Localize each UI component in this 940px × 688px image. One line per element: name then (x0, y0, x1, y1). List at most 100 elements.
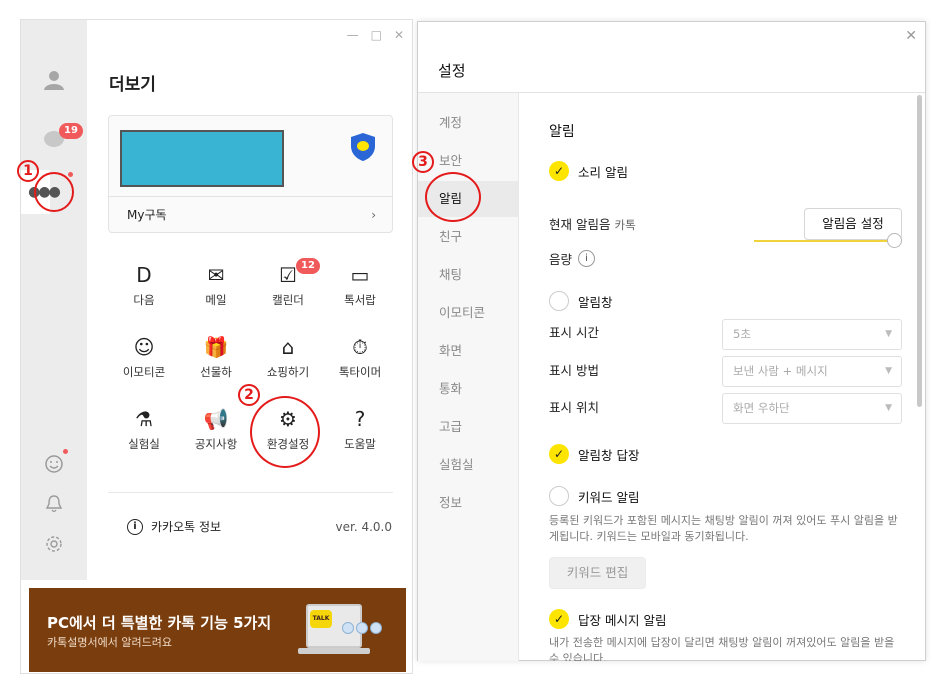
profile-card[interactable]: My구독 › (108, 115, 393, 233)
menu-item-talk-drawer[interactable]: ▭ 톡서랍 (324, 260, 396, 320)
menu-item-label: 톡서랍 (344, 293, 376, 307)
menu-item-mail[interactable]: ✉ 메일 (180, 260, 252, 320)
check-icon: ✓ (549, 161, 569, 181)
divider (108, 492, 393, 493)
chevron-right-icon: › (371, 207, 376, 222)
more-window: 19 ●●● — □ ✕ 더보기 My구독 › D 다음 ✉ 메일 ☑ 캘린더 … (20, 19, 413, 674)
lab-icon: ⚗ (135, 407, 153, 431)
menu-item-label: 선물하 (200, 365, 232, 379)
gear-icon[interactable] (21, 524, 87, 564)
talk-logo: TALK (310, 610, 332, 628)
display-method-label: 표시 방법 (549, 363, 599, 378)
calendar-badge: 12 (296, 258, 320, 274)
promo-subtitle: 카톡설명서에서 알려드려요 (47, 636, 172, 649)
menu-item-label: 메일 (205, 293, 227, 307)
volume-slider[interactable] (754, 233, 902, 248)
info-icon: i (127, 518, 143, 535)
nav-item[interactable]: 실험실 (418, 447, 518, 483)
chats-icon[interactable]: 19 (21, 120, 87, 160)
gift-icon: 🎁 (203, 335, 229, 359)
menu-item-talk-timer[interactable]: ⏱ 톡타이머 (324, 332, 396, 392)
check-icon: ✓ (549, 609, 569, 629)
settings-content: 알림 ✓ 소리 알림 현재 알림음 카톡 알림음 설정 음량 i 알림창 표시 시간… (519, 93, 924, 661)
nav-item[interactable]: 이모티콘 (418, 295, 518, 331)
emoticon-icon: ☺ (133, 335, 155, 359)
nav-item[interactable]: 통화 (418, 371, 518, 407)
shopping-icon: ⌂ (281, 335, 295, 359)
notice-icon: 📢 (203, 407, 229, 431)
shield-icon (351, 133, 375, 161)
laptop-base (298, 648, 370, 654)
daum-icon: D (136, 263, 152, 287)
menu-item-label: 도움말 (344, 437, 376, 451)
menu-item-calendar[interactable]: ☑ 캘린더 12 (252, 258, 324, 320)
section-title: 알림 (549, 124, 575, 140)
display-time-select[interactable]: 5초 ▼ (722, 319, 902, 350)
annotation-1-circle (34, 172, 74, 212)
chat-badge: 19 (59, 123, 83, 139)
menu-item-label: 톡타이머 (338, 365, 382, 379)
volume-label: 음량 i (549, 249, 596, 268)
mail-icon: ✉ (207, 263, 225, 287)
chevron-down-icon: ▼ (885, 403, 892, 413)
current-sound-label: 현재 알림음 카톡 (549, 217, 636, 232)
keyword-edit-button[interactable]: 키워드 편집 (549, 557, 646, 589)
chevron-down-icon: ▼ (885, 329, 892, 339)
profile-banner (120, 130, 284, 187)
display-position-select[interactable]: 화면 우하단 ▼ (722, 393, 902, 424)
bell-icon[interactable] (21, 484, 87, 524)
promo-title: PC에서 더 특별한 카톡 기능 5가지 (47, 614, 272, 632)
menu-item-gift[interactable]: 🎁 선물하 (180, 332, 252, 392)
annotation-3-label: 3 (412, 151, 434, 173)
keyword-alert-checkbox[interactable]: 키워드 알림 (549, 486, 639, 506)
display-time-label: 표시 시간 (549, 325, 599, 340)
nav-item[interactable]: 화면 (418, 333, 518, 369)
emoticon-icon[interactable] (21, 444, 87, 484)
menu-item-label: 실험실 (128, 437, 160, 451)
nav-item[interactable]: 정보 (418, 485, 518, 521)
friends-icon[interactable] (21, 60, 87, 100)
more-new-dot (68, 172, 73, 177)
my-subscription-label: My구독 (127, 208, 167, 222)
promo-banner[interactable]: PC에서 더 특별한 카톡 기능 5가지 카톡설명서에서 알려드려요 TALK (29, 588, 406, 672)
menu-item-help[interactable]: ? 도움말 (324, 404, 396, 464)
settings-title: 설정 (438, 62, 466, 80)
menu-item-notice[interactable]: 📢 공지사항 (180, 404, 252, 464)
my-subscription-row[interactable]: My구독 › (109, 196, 392, 232)
menu-item-label: 쇼핑하기 (266, 365, 310, 379)
nav-item[interactable]: 친구 (418, 219, 518, 255)
annotation-2-circle (250, 396, 320, 468)
menu-item-shopping[interactable]: ⌂ 쇼핑하기 (252, 332, 324, 392)
nav-item[interactable]: 고급 (418, 409, 518, 445)
info-icon[interactable]: i (578, 250, 596, 267)
popup-checkbox[interactable]: 알림창 (549, 291, 613, 311)
menu-item-lab[interactable]: ⚗ 실험실 (108, 404, 180, 464)
promo-dots (342, 622, 382, 634)
display-position-label: 표시 위치 (549, 400, 599, 415)
slider-knob[interactable] (887, 233, 902, 248)
page-title: 더보기 (109, 75, 156, 95)
talk-timer-icon: ⏱ (352, 335, 368, 359)
display-method-select[interactable]: 보낸 사람 + 메시지 ▼ (722, 356, 902, 387)
close-icon[interactable]: ✕ (905, 28, 917, 44)
help-icon: ? (354, 407, 366, 431)
sound-alert-checkbox[interactable]: ✓ 소리 알림 (549, 161, 628, 181)
left-sidebar: 19 ●●● (21, 20, 87, 580)
version-text: ver. 4.0.0 (335, 519, 392, 534)
annotation-2-label: 2 (238, 384, 260, 406)
sound-setting-button[interactable]: 알림음 설정 (804, 208, 902, 240)
popup-reply-checkbox[interactable]: ✓ 알림창 답장 (549, 444, 639, 464)
annotation-3-circle (425, 172, 481, 222)
menu-item-label: 캘린더 (272, 293, 304, 307)
more-main: 더보기 My구독 › D 다음 ✉ 메일 ☑ 캘린더 12 ▭ 톡서랍 ☺ 이모티콘 🎁 선물하 ⌂ 쇼핑하… (87, 20, 412, 580)
menu-item-daum[interactable]: D 다음 (108, 260, 180, 320)
nav-item[interactable]: 채팅 (418, 257, 518, 293)
nav-item[interactable]: 계정 (418, 105, 518, 141)
menu-item-label: 다음 (133, 293, 155, 307)
menu-item-emoticon[interactable]: ☺ 이모티콘 (108, 332, 180, 392)
reply-description: 내가 전송한 메시지에 답장이 달리면 채팅방 알림이 꺼져있어도 알림을 받을… (549, 636, 895, 661)
scrollbar[interactable] (917, 95, 922, 407)
talk-drawer-icon: ▭ (350, 263, 370, 287)
reply-alert-checkbox[interactable]: ✓ 답장 메시지 알림 (549, 609, 666, 629)
kakaotalk-info-row[interactable]: i 카카오톡 정보 ver. 4.0.0 (127, 518, 392, 535)
